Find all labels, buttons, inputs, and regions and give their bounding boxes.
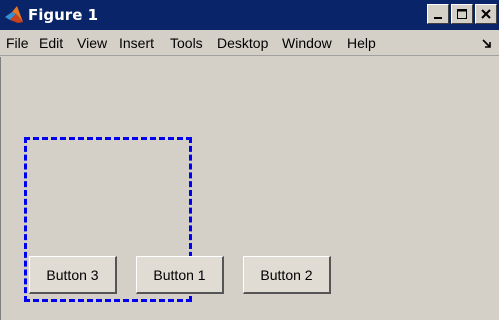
canvas-left-edge [0, 57, 1, 320]
minimize-button[interactable] [427, 4, 449, 24]
window-title: Figure 1 [28, 6, 99, 24]
window-controls [425, 4, 497, 24]
close-button[interactable] [475, 4, 497, 24]
menu-file[interactable]: File [6, 35, 29, 51]
button-3[interactable]: Button 3 [29, 256, 117, 294]
button-1[interactable]: Button 1 [136, 256, 224, 294]
menu-view[interactable]: View [77, 35, 107, 51]
dock-arrow-icon[interactable] [481, 36, 493, 52]
menu-window[interactable]: Window [282, 35, 332, 51]
button-2[interactable]: Button 2 [243, 256, 331, 294]
close-icon [480, 8, 492, 20]
menu-help[interactable]: Help [347, 35, 376, 51]
menu-tools[interactable]: Tools [170, 35, 203, 51]
title-bar[interactable]: Figure 1 [0, 0, 499, 30]
minimize-icon [432, 8, 444, 20]
menu-bar: File Edit View Insert Tools Desktop Wind… [0, 30, 499, 56]
maximize-button[interactable] [451, 4, 473, 24]
maximize-icon [456, 8, 468, 20]
menu-edit[interactable]: Edit [39, 35, 63, 51]
figure-window: Figure 1 File Edit View Insert Tools Des… [0, 0, 499, 320]
matlab-logo-icon [4, 5, 24, 25]
menu-desktop[interactable]: Desktop [217, 35, 268, 51]
menu-insert[interactable]: Insert [119, 35, 154, 51]
